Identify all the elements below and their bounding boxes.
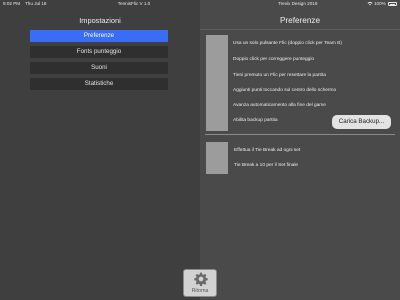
gear-icon	[194, 272, 208, 286]
option-tap-center-points: Aggiunti punti toccando sul centro dello…	[233, 88, 337, 93]
section-divider	[205, 134, 395, 135]
preferences-panel: Preferenze Usa un solo pulsante Flic (do…	[200, 0, 400, 300]
option-hold-reset: Tieni premuto un Flic per resettare la p…	[233, 73, 326, 78]
back-label: Ritorna	[191, 288, 209, 294]
wifi-icon	[367, 1, 373, 8]
option-tiebreak-final-set: Tie Break a 10 per il Set finale	[234, 163, 299, 168]
option-enable-backup: Abilita backup partita	[233, 118, 278, 123]
load-backup-button[interactable]: Carica Backup...	[332, 115, 391, 129]
option-double-click-correct: Doppio click per correggere punteggio	[233, 57, 315, 62]
battery-icon	[388, 2, 397, 6]
sidebar-item-preferenze[interactable]: Preferenze	[30, 30, 168, 42]
sidebar-item-fonts-punteggio[interactable]: Fonts punteggio	[30, 46, 168, 58]
option-single-flic: Usa un solo pulsante Flic (doppio click …	[233, 41, 342, 46]
developer-label: Trevix Design 2019	[278, 1, 318, 6]
back-button[interactable]: Ritorna	[183, 269, 217, 297]
battery-percent: 100%	[374, 1, 386, 6]
sidebar-item-statistiche[interactable]: Statistiche	[30, 78, 168, 90]
option-auto-advance: Avanza automaticamento alla fine del gam…	[233, 103, 326, 108]
preferences-switch-column[interactable]	[206, 35, 228, 131]
title-divider	[200, 29, 400, 30]
sidebar-title: Impostazioni	[79, 16, 121, 25]
settings-sidebar: Impostazioni Preferenze Fonts punteggio …	[0, 0, 200, 300]
tiebreak-switch-column[interactable]	[206, 142, 228, 174]
option-tiebreak-every-set: Effettua il Tie Break ad ogni set	[234, 148, 301, 153]
panel-title: Preferenze	[279, 16, 321, 25]
status-bar: 9:02 PM Thu Jul 18 TennisFlic V 1.0 Trev…	[0, 0, 400, 8]
app-title: TennisFlic V 1.0	[117, 1, 151, 6]
sidebar-item-suoni[interactable]: Suoni	[30, 62, 168, 74]
